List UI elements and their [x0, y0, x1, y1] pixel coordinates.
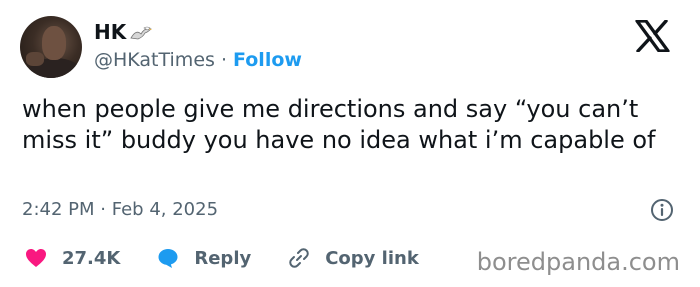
author-display-name[interactable]: HK: [94, 20, 126, 44]
copy-link-label: Copy link: [325, 247, 419, 269]
follow-button[interactable]: Follow: [233, 49, 302, 71]
avatar-hand: [26, 52, 44, 66]
like-button[interactable]: 27.4K: [24, 246, 120, 270]
reply-bubble-icon: [158, 249, 178, 268]
author-handle-row: @HKatTimes · Follow: [94, 47, 302, 73]
tweet-actions: 27.4K Reply Copy link: [24, 246, 455, 270]
author-name-row: HK: [94, 20, 153, 44]
heart-icon: [26, 249, 46, 267]
avatar-face: [42, 26, 66, 60]
info-icon[interactable]: [650, 198, 674, 222]
eagle-emoji-icon: [130, 26, 153, 40]
link-icon: [289, 248, 309, 268]
tweet-date[interactable]: Feb 4, 2025: [112, 199, 218, 220]
meta-separator: ·: [100, 199, 106, 220]
x-logo-icon[interactable]: [635, 20, 670, 52]
like-count: 27.4K: [62, 247, 121, 269]
copy-link-button[interactable]: Copy link: [287, 246, 419, 270]
tweet-time[interactable]: 2:42 PM: [22, 199, 95, 220]
watermark: boredpanda.com: [476, 248, 680, 276]
author-handle[interactable]: @HKatTimes: [94, 49, 215, 71]
handle-separator: ·: [220, 49, 227, 71]
tweet-text: when people give me directions and say “…: [22, 95, 656, 154]
tweet-meta: 2:42 PM · Feb 4, 2025: [22, 198, 218, 222]
avatar[interactable]: [20, 16, 82, 78]
reply-button[interactable]: Reply: [156, 246, 251, 270]
reply-label: Reply: [194, 247, 252, 269]
